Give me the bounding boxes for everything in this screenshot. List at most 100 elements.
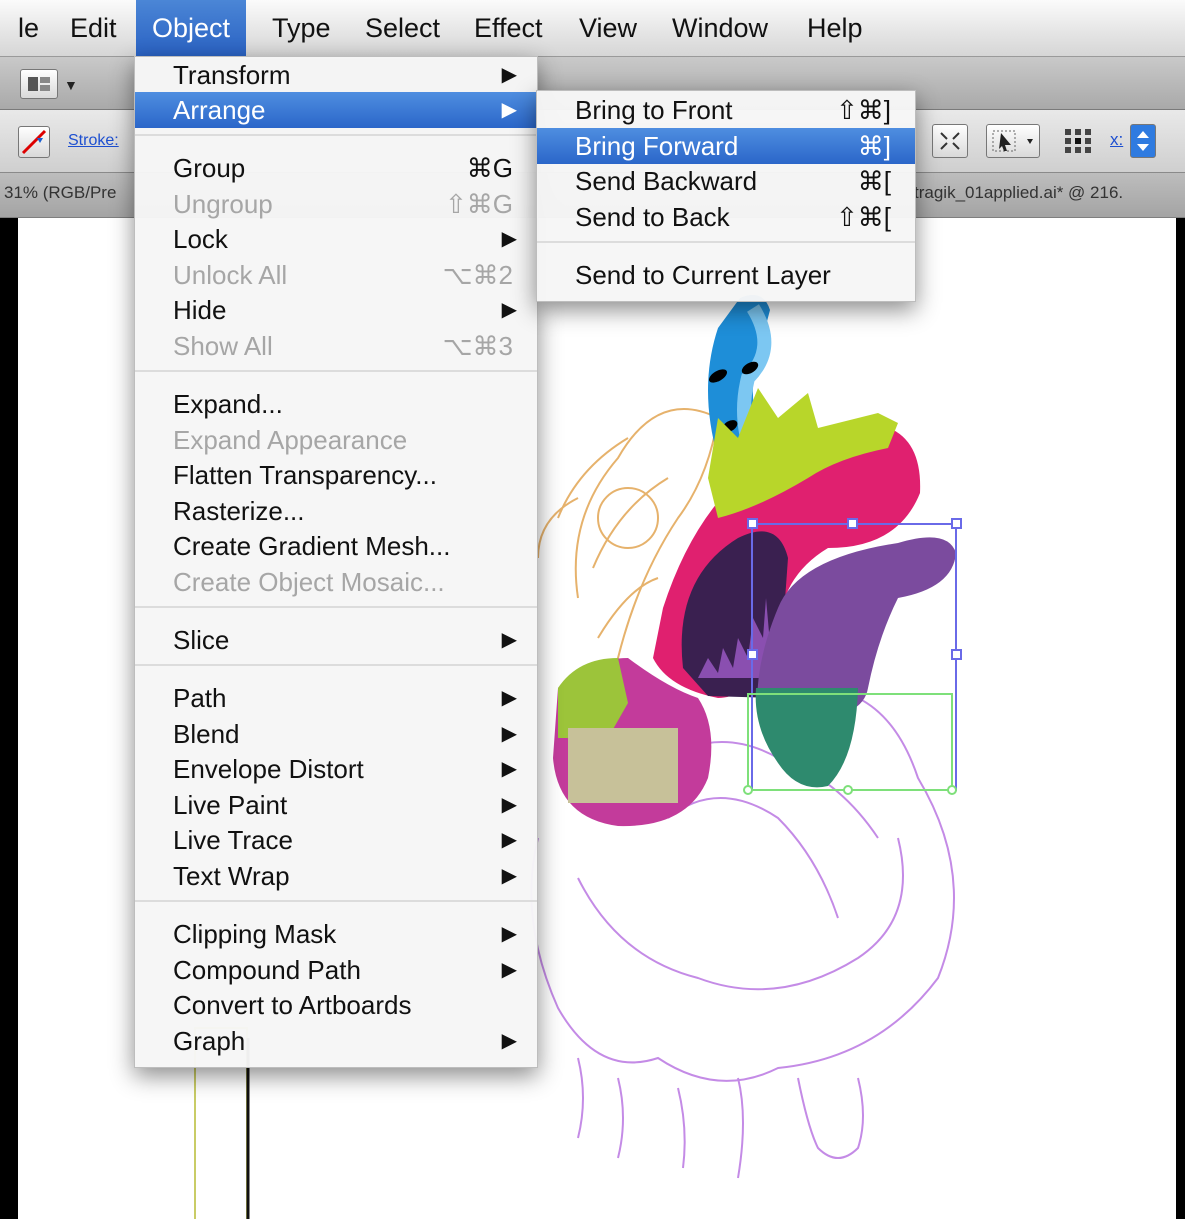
menu-select[interactable]: Select (349, 0, 456, 56)
menu-item-group[interactable]: Group ⌘G (135, 150, 537, 186)
menu-item-label: Send to Current Layer (575, 260, 831, 290)
submenu-arrow-icon: ▶ (501, 64, 517, 86)
menu-item-create-gradient-mesh[interactable]: Create Gradient Mesh... (135, 528, 537, 564)
stroke-color-swatch[interactable] (18, 126, 50, 158)
arrange-item-send-to-current-layer[interactable]: Send to Current Layer (537, 257, 915, 293)
menu-item-shortcut: ⇧⌘] (835, 95, 891, 125)
arrange-item-send-to-back[interactable]: Send to Back ⇧⌘[ (537, 199, 915, 235)
submenu-arrow-icon: ▶ (501, 99, 517, 121)
menu-item-label: Arrange (173, 95, 266, 125)
menu-item-label: Convert to Artboards (173, 990, 412, 1020)
submenu-arrow-icon: ▶ (501, 959, 517, 981)
arrange-submenu: Bring to Front ⇧⌘] Bring Forward ⌘] Send Bac… (536, 90, 916, 302)
menu-item-shortcut: ⇧⌘[ (835, 202, 891, 232)
menu-item-ungroup: Ungroup ⇧⌘G (135, 186, 537, 222)
menu-item-shortcut: ⌘[ (857, 166, 891, 196)
menu-item-shortcut: ⇧⌘G (444, 189, 513, 219)
menu-item-shortcut: ⌘G (466, 153, 513, 183)
menu-item-graph[interactable]: Graph ▶ (135, 1023, 537, 1059)
arrange-item-bring-forward[interactable]: Bring Forward ⌘] (537, 128, 915, 164)
menu-view[interactable]: View (563, 0, 653, 56)
menu-item-flatten-transparency[interactable]: Flatten Transparency... (135, 457, 537, 493)
menu-separator (135, 900, 537, 902)
submenu-arrow-icon: ▶ (501, 794, 517, 816)
menu-item-label: Send Backward (575, 166, 758, 196)
menu-help[interactable]: Help (791, 0, 879, 56)
menu-item-path[interactable]: Path ▶ (135, 680, 537, 716)
menu-item-label: Live Paint (173, 790, 288, 820)
menu-item-label: Bring to Front (575, 95, 733, 125)
arrange-item-send-backward[interactable]: Send Backward ⌘[ (537, 163, 915, 199)
menu-item-expand-appearance: Expand Appearance (135, 422, 537, 458)
submenu-arrow-icon: ▶ (501, 299, 517, 321)
x-label: x: (1110, 130, 1124, 149)
menu-item-compound-path[interactable]: Compound Path ▶ (135, 952, 537, 988)
menu-item-label: Flatten Transparency... (173, 460, 437, 490)
menu-item-shortcut: ⌘] (857, 131, 891, 161)
menu-separator (135, 134, 537, 136)
menu-item-label: Clipping Mask (173, 919, 337, 949)
document-tab-right[interactable]: tragik_01applied.ai* @ 216. (914, 183, 1123, 203)
menu-item-label: Show All (173, 331, 273, 361)
select-similar-icon[interactable] (986, 124, 1040, 158)
menu-item-label: Slice (173, 625, 230, 655)
menu-item-label: Ungroup (173, 189, 273, 219)
menu-item-convert-to-artboards[interactable]: Convert to Artboards (135, 987, 537, 1023)
menu-item-label: Send to Back (575, 202, 730, 232)
menu-separator (135, 606, 537, 608)
menu-object[interactable]: Object (136, 0, 247, 56)
menu-item-slice[interactable]: Slice ▶ (135, 622, 537, 658)
arrange-item-bring-to-front[interactable]: Bring to Front ⇧⌘] (537, 92, 915, 128)
menu-item-label: Rasterize... (173, 496, 305, 526)
object-menu: Transform ▶ Arrange ▶ Group ⌘G Ungroup ⇧⌘G Lock ▶… (134, 56, 538, 1068)
menu-item-label: Create Object Mosaic... (173, 567, 445, 597)
menu-item-arrange[interactable]: Arrange ▶ (135, 92, 537, 128)
menu-item-expand[interactable]: Expand... (135, 386, 537, 422)
menu-separator (135, 664, 537, 666)
menu-item-label: Envelope Distort (173, 754, 364, 784)
submenu-arrow-icon: ▶ (501, 228, 517, 250)
menu-item-live-trace[interactable]: Live Trace ▶ (135, 822, 537, 858)
menu-type[interactable]: Type (256, 0, 347, 56)
menu-item-envelope-distort[interactable]: Envelope Distort ▶ (135, 751, 537, 787)
menu-item-label: Blend (173, 719, 240, 749)
menu-window[interactable]: Window (656, 0, 784, 56)
menu-item-transform[interactable]: Transform ▶ (135, 57, 537, 93)
menu-item-label: Create Gradient Mesh... (173, 531, 451, 561)
menu-item-live-paint[interactable]: Live Paint ▶ (135, 787, 537, 823)
menu-item-label: Graph (173, 1026, 246, 1056)
arrange-documents-icon[interactable] (20, 69, 58, 99)
x-stepper[interactable] (1130, 124, 1156, 158)
menu-item-label: Expand... (173, 389, 283, 419)
submenu-arrow-icon: ▶ (501, 687, 517, 709)
menu-separator (135, 370, 537, 372)
menu-item-label: Live Trace (173, 825, 293, 855)
menu-item-label: Hide (173, 295, 227, 325)
document-tab-left[interactable]: 31% (RGB/Pre (4, 183, 116, 203)
menu-item-text-wrap[interactable]: Text Wrap ▶ (135, 858, 537, 894)
submenu-arrow-icon: ▶ (501, 629, 517, 651)
menu-item-shortcut: ⌥⌘3 (442, 331, 513, 361)
submenu-arrow-icon: ▶ (501, 1030, 517, 1052)
menu-item-rasterize[interactable]: Rasterize... (135, 493, 537, 529)
menu-item-show-all: Show All ⌥⌘3 (135, 328, 537, 364)
menu-item-label: Group (173, 153, 246, 183)
submenu-arrow-icon: ▶ (501, 923, 517, 945)
menu-effect[interactable]: Effect (458, 0, 559, 56)
reference-point-icon[interactable] (1062, 126, 1094, 156)
menu-file[interactable]: le (2, 0, 55, 56)
menu-item-label: Unlock All (173, 260, 288, 290)
menu-item-clipping-mask[interactable]: Clipping Mask ▶ (135, 916, 537, 952)
chevron-down-icon[interactable]: ▼ (64, 77, 78, 93)
menu-item-lock[interactable]: Lock ▶ (135, 221, 537, 257)
transform-icon[interactable] (932, 124, 968, 158)
menu-item-create-object-mosaic: Create Object Mosaic... (135, 564, 537, 600)
stroke-label[interactable]: Stroke: (68, 132, 119, 150)
menu-item-label: Transform (173, 60, 291, 90)
menu-item-hide[interactable]: Hide ▶ (135, 292, 537, 328)
menu-item-label: Expand Appearance (173, 425, 408, 455)
menu-item-blend[interactable]: Blend ▶ (135, 716, 537, 752)
menu-separator (537, 241, 915, 243)
menu-edit[interactable]: Edit (54, 0, 133, 56)
menu-bar: le Edit Object Type Select Effect View W… (0, 0, 1185, 57)
